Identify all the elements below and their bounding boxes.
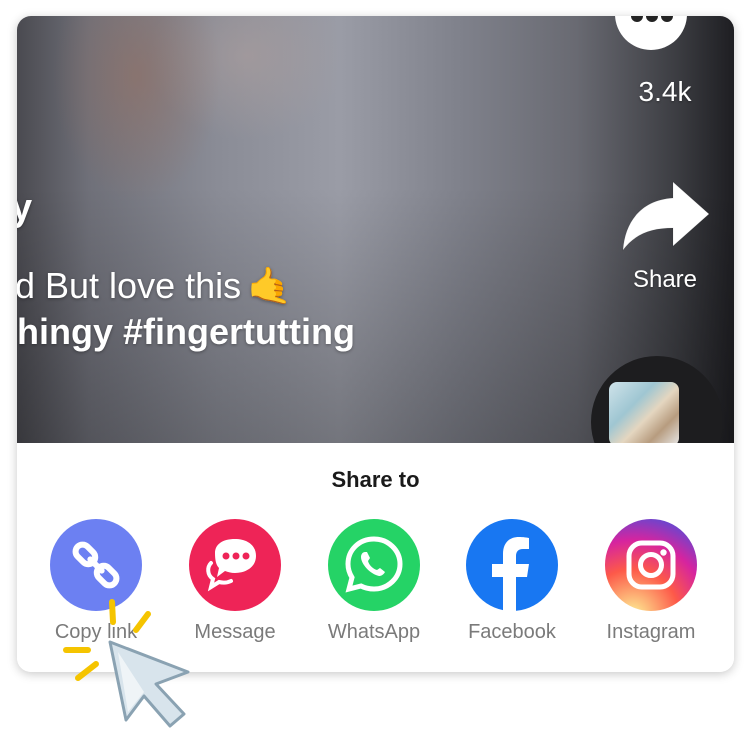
share-label: Share [632,266,698,293]
pointer-cursor-icon [63,599,190,728]
share-option-label: Facebook [468,621,556,643]
share-option-instagram[interactable]: Instagram [581,519,721,644]
caption-line-2: hingy #fingertutting [17,311,355,352]
instagram-icon[interactable] [605,519,697,611]
facebook-icon[interactable] [466,519,558,611]
share-option-facebook[interactable]: Facebook [442,519,582,644]
call-me-hand-emoji: 🤙 [247,265,292,306]
dot [646,16,658,22]
caption-line-1: d But love this 🤙 [17,266,292,306]
share-option-label: WhatsApp [327,621,421,643]
whatsapp-icon[interactable] [328,519,420,611]
caption-username[interactable]: y [17,188,32,228]
tiktok-screen: y d But love this 🤙 hingy #fingertutting … [17,16,734,672]
dot [661,16,673,22]
share-arrow-icon[interactable] [617,176,713,256]
share-option-whatsapp[interactable]: WhatsApp [304,519,444,644]
share-sheet-title: Share to [331,467,420,492]
dot [631,16,643,22]
avatar-image [609,382,679,446]
caption-line-1-text: d But love this [17,265,242,306]
comments-count: 3.4k [638,76,692,107]
share-option-label: Instagram [606,621,696,643]
